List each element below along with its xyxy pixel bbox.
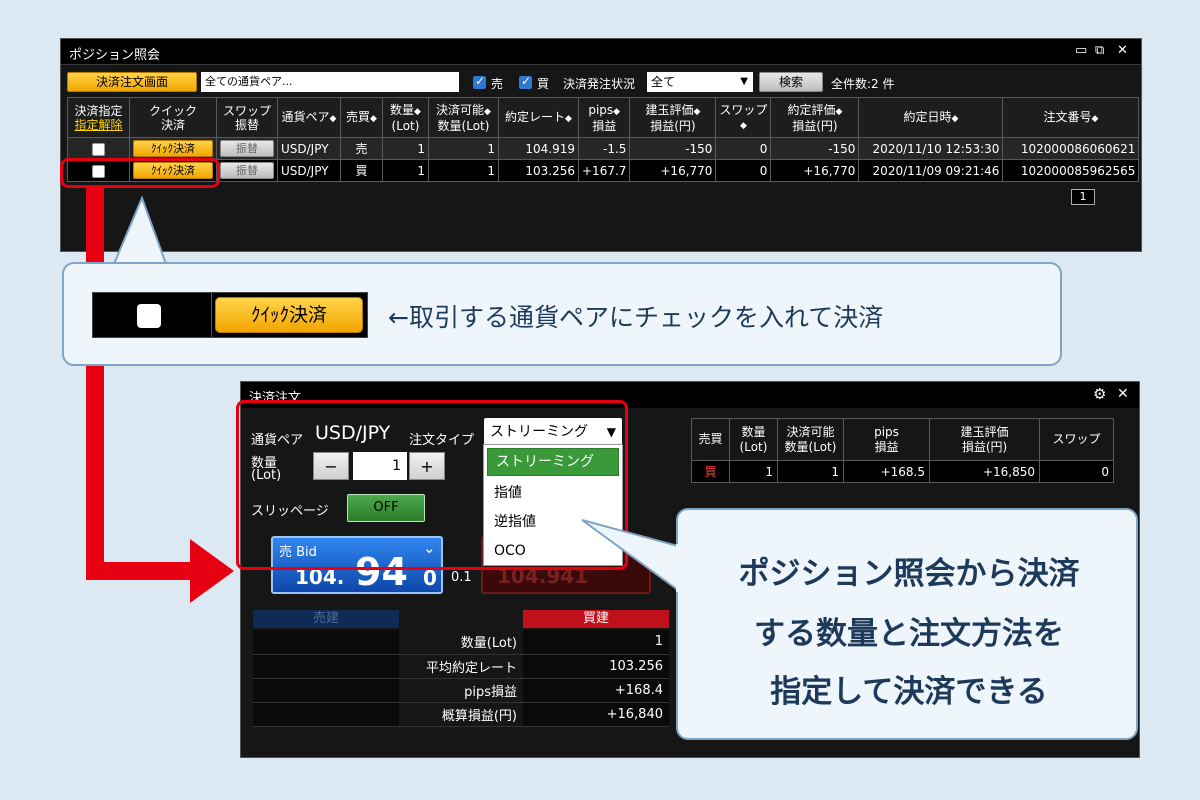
quick-settle-button[interactable]: ｸｲｯｸ決済 [133, 140, 213, 157]
buy-checkbox-label: 買 [537, 77, 550, 91]
pips-cell: +167.7 [577, 159, 631, 182]
position-summary-table: 売買 数量 (Lot) 決済可能 数量(Lot) pips 損益 建玉評価 損益(円) … [691, 418, 1114, 483]
callout-pointer [581, 519, 680, 592]
close-icon[interactable]: ✕ [1117, 43, 1128, 58]
sell-checkbox-label: 売 [491, 77, 504, 91]
col-qty[interactable]: 数量◆ (Lot) [382, 97, 429, 138]
exec-eval-cell: -150 [770, 137, 860, 160]
side-cell: 買 [340, 159, 383, 182]
restore-icon[interactable]: ⧉ [1095, 43, 1104, 58]
arrow-head-icon [190, 539, 234, 603]
datetime-cell: 2020/11/09 09:21:46 [858, 159, 1004, 182]
col-closable-qty[interactable]: 決済可能◆ 数量(Lot) [428, 97, 499, 138]
clear-selection-link[interactable]: 指定解除 [74, 118, 122, 132]
callout-summary-line1: ポジション照会から決済 [738, 556, 1080, 592]
search-button[interactable]: 検索 [759, 72, 823, 92]
settle-checkbox[interactable] [92, 142, 105, 156]
swap-transfer-button[interactable]: 振替 [220, 140, 274, 157]
order-status-value: 全て [651, 75, 676, 89]
exec-eval-cell: +16,770 [770, 159, 860, 182]
swap-cell: 0 [715, 159, 772, 182]
col-exec-pl[interactable]: 約定評価◆ 損益(円) [770, 97, 860, 138]
order-no-cell: 102000085962565 [1002, 159, 1140, 182]
arrow-line [86, 186, 104, 580]
col-pair[interactable]: 通貨ペア◆ [277, 97, 341, 138]
arrow-line [86, 562, 196, 580]
position-window: ポジション照会 ▭ ⧉ ✕ 決済注文画面 全ての通貨ペア... 売 買 決済発注… [60, 38, 1142, 252]
callout-summary-line3: 指定して決済できる [770, 674, 1048, 710]
closable-cell: 1 [428, 137, 499, 160]
table-row: 買 1 1 +168.5 +16,850 0 [691, 460, 1114, 483]
sell-checkbox[interactable] [473, 74, 486, 89]
pair-cell: USD/JPY [277, 137, 341, 160]
col-pips[interactable]: pips◆ 損益 [577, 97, 631, 138]
close-icon[interactable]: ✕ [1117, 386, 1129, 402]
col-rate[interactable]: 約定レート◆ [498, 97, 579, 138]
table-row: ｸｲｯｸ決済 振替 USD/JPY 売 1 1 104.919 -1.5 -15… [67, 137, 1140, 160]
col-swap[interactable]: スワップ◆ [715, 97, 772, 138]
qty-cell: 1 [382, 137, 429, 160]
table-row: 数量(Lot) 1 [253, 630, 669, 655]
table-row: pips損益 +168.4 [253, 678, 669, 703]
detail-table: 数量(Lot) 1 平均約定レート 103.256 pips損益 +168.4 概算損… [253, 630, 669, 727]
order-status-label: 決済発注状況 [563, 77, 636, 91]
gear-icon[interactable]: ⚙ [1093, 385, 1106, 403]
swap-cell: 0 [715, 137, 772, 160]
callout-pointer [112, 196, 168, 265]
closable-cell: 1 [428, 159, 499, 182]
rate-cell: 104.919 [498, 137, 579, 160]
callout-instruction-text: ←取引する通貨ペアにチェックを入れて決済 [388, 303, 884, 332]
currency-filter-input[interactable]: 全ての通貨ペア... [201, 72, 459, 92]
order-screen-button[interactable]: 決済注文画面 [67, 72, 197, 92]
callout-summary-line2: する数量と注文方法を [754, 616, 1064, 652]
table-row: 平均約定レート 103.256 [253, 654, 669, 679]
positions-table: 決済指定 指定解除 クイック 決済 スワップ 振替 通貨ペア◆ 売買◆ 数量◆ (Lot… [67, 97, 1140, 182]
callout-instruction: ｸｲｯｸ決済 ←取引する通貨ペアにチェックを入れて決済 [62, 262, 1062, 366]
order-status-select[interactable]: 全て ▼ [647, 72, 753, 92]
minimize-icon[interactable]: ▭ [1075, 43, 1087, 58]
col-quick-settle: クイック 決済 [129, 97, 217, 138]
order-form-highlight [236, 400, 628, 570]
pips-cell: -1.5 [577, 137, 631, 160]
sell-header: 売建 [253, 610, 399, 628]
eval-cell: +16,770 [629, 159, 717, 182]
col-side[interactable]: 売買◆ [340, 97, 383, 138]
swap-transfer-button[interactable]: 振替 [220, 162, 274, 179]
rate-cell: 103.256 [498, 159, 579, 182]
buy-checkbox[interactable] [519, 74, 532, 89]
callout-summary: ポジション照会から決済 する数量と注文方法を 指定して決済できる [676, 508, 1138, 740]
buy-header: 買建 [523, 610, 669, 628]
col-order-no[interactable]: 注文番号◆ [1002, 97, 1140, 138]
order-no-cell: 102000086060621 [1002, 137, 1140, 160]
eval-cell: -150 [629, 137, 717, 160]
result-count: 全件数:2 件 [831, 77, 895, 91]
callout-zoom: ｸｲｯｸ決済 [92, 292, 368, 338]
side-cell: 売 [340, 137, 383, 160]
row-highlight [60, 158, 220, 188]
col-swap-transfer: スワップ 振替 [216, 97, 278, 138]
chevron-down-icon: ▼ [740, 76, 748, 87]
zoom-quick-settle-button: ｸｲｯｸ決済 [215, 297, 363, 333]
table-row: ｸｲｯｸ決済 振替 USD/JPY 買 1 1 103.256 +167.7 +… [67, 159, 1140, 182]
col-settle-select: 決済指定 指定解除 [67, 97, 130, 138]
table-row: 概算損益(円) +16,840 [253, 702, 669, 727]
zoom-checkbox [137, 304, 161, 328]
position-window-title: ポジション照会 [69, 48, 161, 63]
col-eval-pl[interactable]: 建玉評価◆ 損益(円) [629, 97, 717, 138]
pair-cell: USD/JPY [277, 159, 341, 182]
position-window-titlebar: ポジション照会 ▭ ⧉ ✕ [61, 39, 1141, 65]
datetime-cell: 2020/11/10 12:53:30 [858, 137, 1004, 160]
col-datetime[interactable]: 約定日時◆ [858, 97, 1004, 138]
page-number[interactable]: 1 [1071, 189, 1095, 205]
spread-value: 0.1 [451, 570, 472, 585]
qty-cell: 1 [382, 159, 429, 182]
